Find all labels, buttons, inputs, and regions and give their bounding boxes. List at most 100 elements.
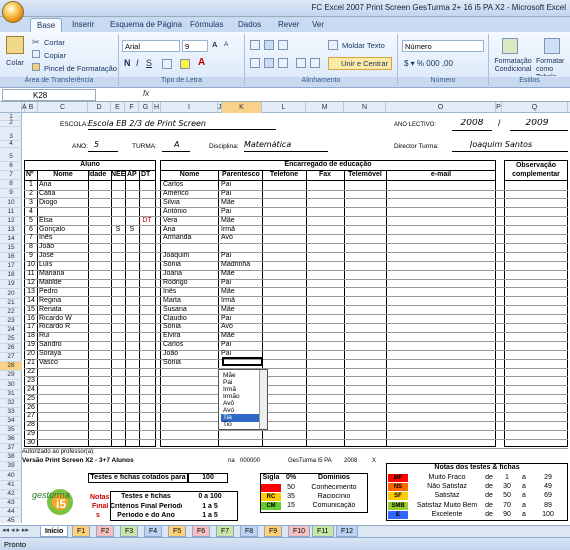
row-header[interactable]: 12: [0, 217, 22, 226]
student-number[interactable]: 18: [25, 332, 37, 340]
tab-dados[interactable]: Dados: [232, 18, 267, 32]
student-number[interactable]: 11: [25, 270, 37, 278]
formula-input[interactable]: [156, 89, 568, 101]
guardian-relation[interactable]: Avó: [221, 234, 261, 242]
student-number[interactable]: 14: [25, 297, 37, 305]
column-header[interactable]: M: [306, 102, 344, 113]
guardian-name[interactable]: Sónia: [163, 323, 217, 331]
italic-icon[interactable]: I: [136, 58, 139, 68]
row-header[interactable]: 41: [0, 481, 22, 490]
guardian-name[interactable]: Elvira: [163, 332, 217, 340]
row-header[interactable]: 7: [0, 171, 22, 181]
row-header[interactable]: 22: [0, 308, 22, 317]
guardian-name[interactable]: Sónia: [163, 261, 217, 269]
tab-esquema[interactable]: Esquema de Página: [104, 18, 188, 32]
student-name[interactable]: Diogo: [39, 199, 87, 207]
student-number[interactable]: 9: [25, 252, 37, 260]
row-header[interactable]: 42: [0, 490, 22, 499]
student-name[interactable]: Cátia: [39, 190, 87, 198]
fill-color-icon[interactable]: [180, 59, 190, 69]
name-box[interactable]: K28: [2, 89, 96, 101]
student-name[interactable]: Mariana: [39, 270, 87, 278]
row-header[interactable]: 33: [0, 408, 22, 417]
parentesco-dropdown[interactable]: Mãe Pai Irmã Irmão Avô Avó Tia Tio: [218, 369, 268, 430]
student-number[interactable]: 1: [25, 181, 37, 189]
row-header[interactable]: 25: [0, 335, 22, 345]
office-button[interactable]: [2, 1, 24, 23]
row-header[interactable]: 24: [0, 326, 22, 335]
sheet-tab[interactable]: Início: [40, 526, 69, 537]
sheet-tab[interactable]: F1: [72, 526, 91, 537]
student-name[interactable]: Matilde: [39, 279, 87, 287]
guardian-relation[interactable]: Madrinha: [221, 261, 261, 269]
underline-icon[interactable]: S: [146, 58, 152, 68]
guardian-name[interactable]: Claudio: [163, 315, 217, 323]
row-header[interactable]: 11: [0, 208, 22, 217]
student-number[interactable]: 5: [25, 217, 37, 225]
sheet-tab[interactable]: F8: [240, 526, 259, 537]
column-header[interactable]: C: [38, 102, 88, 113]
wrap-text-button[interactable]: Moldar Texto: [342, 41, 385, 50]
testes-val[interactable]: 100: [188, 474, 228, 482]
row-header[interactable]: 38: [0, 453, 22, 463]
student-number[interactable]: 28: [25, 421, 37, 429]
student-name[interactable]: Ana: [39, 181, 87, 189]
guardian-relation[interactable]: Pai: [221, 341, 261, 349]
column-header[interactable]: G: [139, 102, 153, 113]
guardian-name[interactable]: Américo: [163, 190, 217, 198]
student-name[interactable]: Pedro: [39, 288, 87, 296]
guardian-name[interactable]: Rodrigo: [163, 279, 217, 287]
align-bottom-icon[interactable]: [278, 40, 288, 50]
student-nee[interactable]: S: [112, 226, 124, 234]
row-header[interactable]: 18: [0, 271, 22, 281]
sheet-tab[interactable]: F5: [168, 526, 187, 537]
guardian-relation[interactable]: Pai: [221, 252, 261, 260]
row-header[interactable]: 44: [0, 508, 22, 517]
copy-button[interactable]: Copiar: [44, 51, 66, 60]
conditional-format-button[interactable]: Formatação Condicional: [492, 58, 534, 74]
merge-center-button[interactable]: Unir e Centrar: [341, 59, 388, 68]
row-header[interactable]: 2: [0, 119, 22, 127]
student-number[interactable]: 7: [25, 234, 37, 242]
column-header[interactable]: D: [88, 102, 111, 113]
font-color-icon[interactable]: A: [198, 57, 205, 68]
guardian-name[interactable]: Joana: [163, 270, 217, 278]
paste-icon[interactable]: [6, 36, 24, 54]
row-header[interactable]: 23: [0, 317, 22, 326]
guardian-relation[interactable]: Irmã: [221, 226, 261, 234]
student-name[interactable]: Gonçalo: [39, 226, 87, 234]
student-number[interactable]: 6: [25, 226, 37, 234]
guardian-relation[interactable]: Pai: [221, 279, 261, 287]
shrink-font-icon[interactable]: A: [224, 41, 228, 48]
row-header[interactable]: 9: [0, 189, 22, 199]
tab-rever[interactable]: Rever: [272, 18, 305, 32]
column-header[interactable]: Q: [502, 102, 568, 113]
paste-button[interactable]: Colar: [6, 58, 24, 67]
font-size-select[interactable]: 9: [182, 40, 208, 52]
row-header[interactable]: 17: [0, 262, 22, 272]
active-cell[interactable]: [222, 357, 263, 366]
align-middle-icon[interactable]: [264, 40, 274, 50]
column-header[interactable]: I: [161, 102, 218, 113]
sheet-tab[interactable]: F3: [120, 526, 139, 537]
column-header[interactable]: N: [344, 102, 386, 113]
guardian-name[interactable]: Silvia: [163, 199, 217, 207]
worksheet-grid[interactable]: ESCOLA: Escola EB 2/3 de Print Screen AN…: [22, 113, 570, 523]
row-header[interactable]: 30: [0, 381, 22, 390]
student-number[interactable]: 29: [25, 430, 37, 438]
row-header[interactable]: 34: [0, 417, 22, 426]
align-top-icon[interactable]: [250, 40, 260, 50]
student-number[interactable]: 27: [25, 412, 37, 420]
row-header[interactable]: 6: [0, 162, 22, 172]
row-header[interactable]: 43: [0, 499, 22, 508]
row-header[interactable]: 5: [0, 153, 22, 163]
row-header[interactable]: 15: [0, 244, 22, 254]
tab-inserir[interactable]: Inserir: [66, 18, 100, 32]
font-name-select[interactable]: Arial: [122, 40, 180, 52]
column-header[interactable]: O: [386, 102, 496, 113]
outdent-icon[interactable]: [310, 58, 320, 68]
column-header[interactable]: H: [153, 102, 161, 113]
borders-icon[interactable]: [162, 59, 172, 69]
guardian-relation[interactable]: Mãe: [221, 332, 261, 340]
guardian-relation[interactable]: Mãe: [221, 217, 261, 225]
